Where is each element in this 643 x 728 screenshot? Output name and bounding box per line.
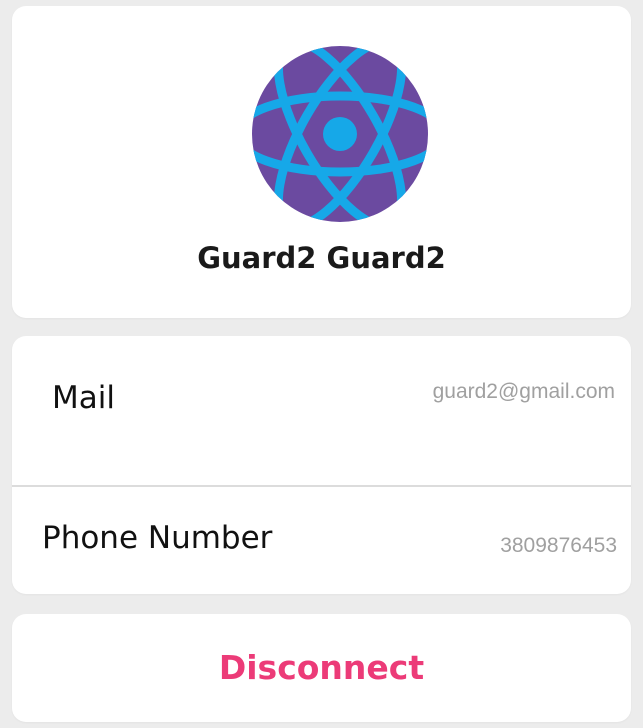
phone-row: Phone Number 3809876453	[12, 466, 631, 594]
disconnect-button[interactable]: Disconnect	[12, 614, 631, 722]
profile-card: Guard2 Guard2	[12, 6, 631, 318]
contact-details-card: Mail guard2@gmail.com Phone Number 38098…	[12, 336, 631, 594]
avatar	[252, 46, 428, 222]
user-name: Guard2 Guard2	[197, 241, 446, 275]
mail-value: guard2@gmail.com	[432, 380, 615, 403]
disconnect-label: Disconnect	[218, 648, 425, 687]
atom-icon	[252, 46, 428, 222]
phone-number-value: 3809876453	[500, 534, 617, 557]
mail-row: Mail guard2@gmail.com	[12, 336, 631, 464]
phone-number-label: Phone Number	[42, 520, 273, 556]
mail-label: Mail	[52, 380, 115, 416]
